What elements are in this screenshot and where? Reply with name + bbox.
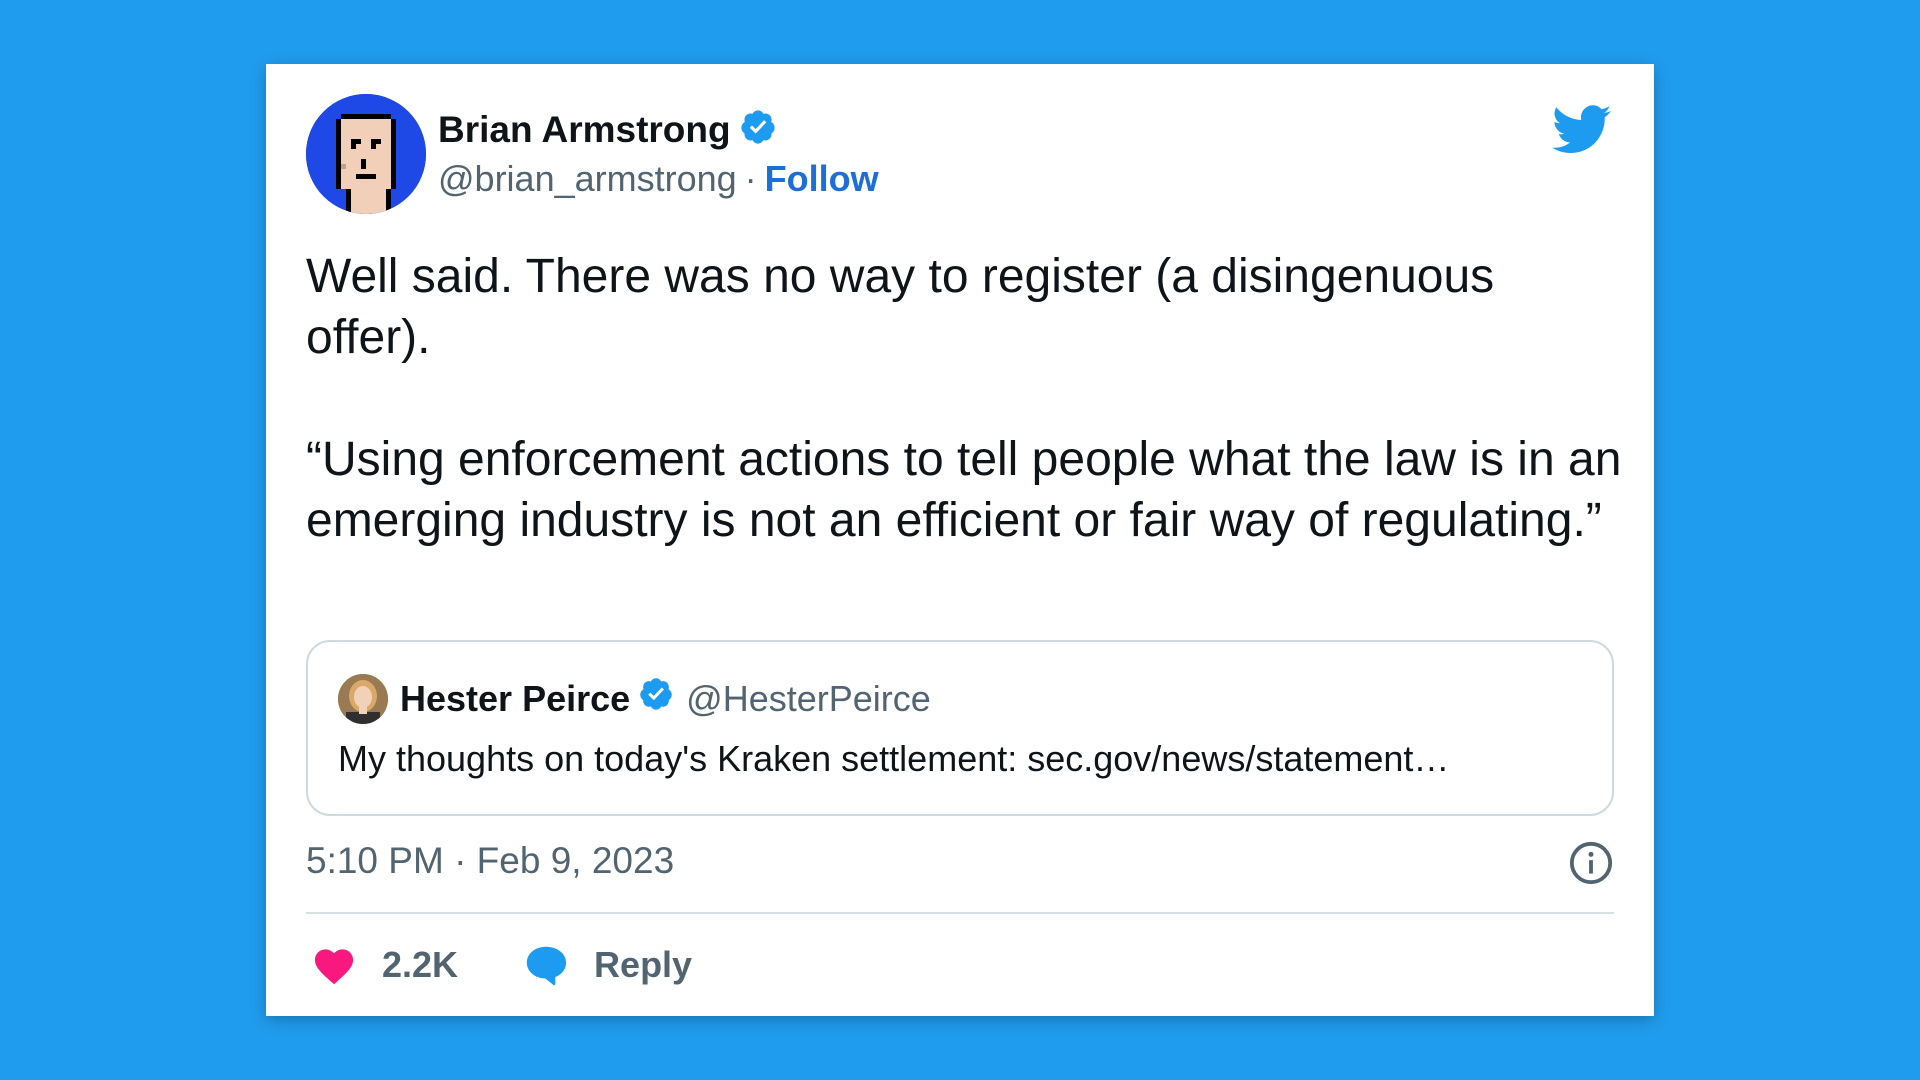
author-avatar[interactable] bbox=[306, 94, 426, 214]
separator-dot: · bbox=[744, 158, 757, 199]
quoted-tweet[interactable]: Hester Peirce @HesterPeirce My thoughts … bbox=[306, 640, 1614, 816]
like-button[interactable]: 2.2K bbox=[312, 944, 458, 986]
author-name-row: Brian Armstrong bbox=[438, 108, 777, 151]
verified-badge-icon bbox=[739, 108, 777, 151]
info-icon[interactable] bbox=[1568, 840, 1614, 886]
heart-icon bbox=[312, 945, 356, 985]
quoted-author-name[interactable]: Hester Peirce bbox=[400, 678, 630, 720]
author-handle[interactable]: @brian_armstrong bbox=[438, 158, 737, 200]
quoted-author-handle[interactable]: @HesterPeirce bbox=[686, 678, 931, 720]
author-handle-row: @brian_armstrong · Follow bbox=[438, 158, 879, 200]
quoted-tweet-text: My thoughts on today's Kraken settlement… bbox=[338, 738, 1450, 779]
like-count: 2.2K bbox=[382, 944, 459, 985]
tweet-paragraph: Well said. There was no way to register … bbox=[306, 250, 1495, 364]
reply-bubble-icon bbox=[524, 944, 568, 986]
tweet-actions: 2.2K Reply bbox=[312, 944, 758, 986]
divider bbox=[306, 912, 1614, 914]
tweet-card: Brian Armstrong @brian_armstrong · Follo… bbox=[266, 64, 1654, 1016]
quoted-tweet-header: Hester Peirce @HesterPeirce bbox=[400, 676, 931, 721]
tweet-paragraph: “Using enforcement actions to tell peopl… bbox=[306, 433, 1622, 547]
verified-badge-icon bbox=[638, 676, 674, 721]
reply-label: Reply bbox=[594, 944, 693, 985]
tweet-timestamp[interactable]: 5:10 PM · Feb 9, 2023 bbox=[306, 840, 674, 882]
quoted-author-avatar[interactable] bbox=[338, 674, 388, 724]
author-name[interactable]: Brian Armstrong bbox=[438, 109, 731, 151]
tweet-body: Well said. There was no way to register … bbox=[306, 246, 1626, 612]
twitter-bird-icon[interactable] bbox=[1552, 104, 1612, 156]
reply-button[interactable]: Reply bbox=[524, 944, 692, 986]
follow-button[interactable]: Follow bbox=[765, 158, 879, 200]
